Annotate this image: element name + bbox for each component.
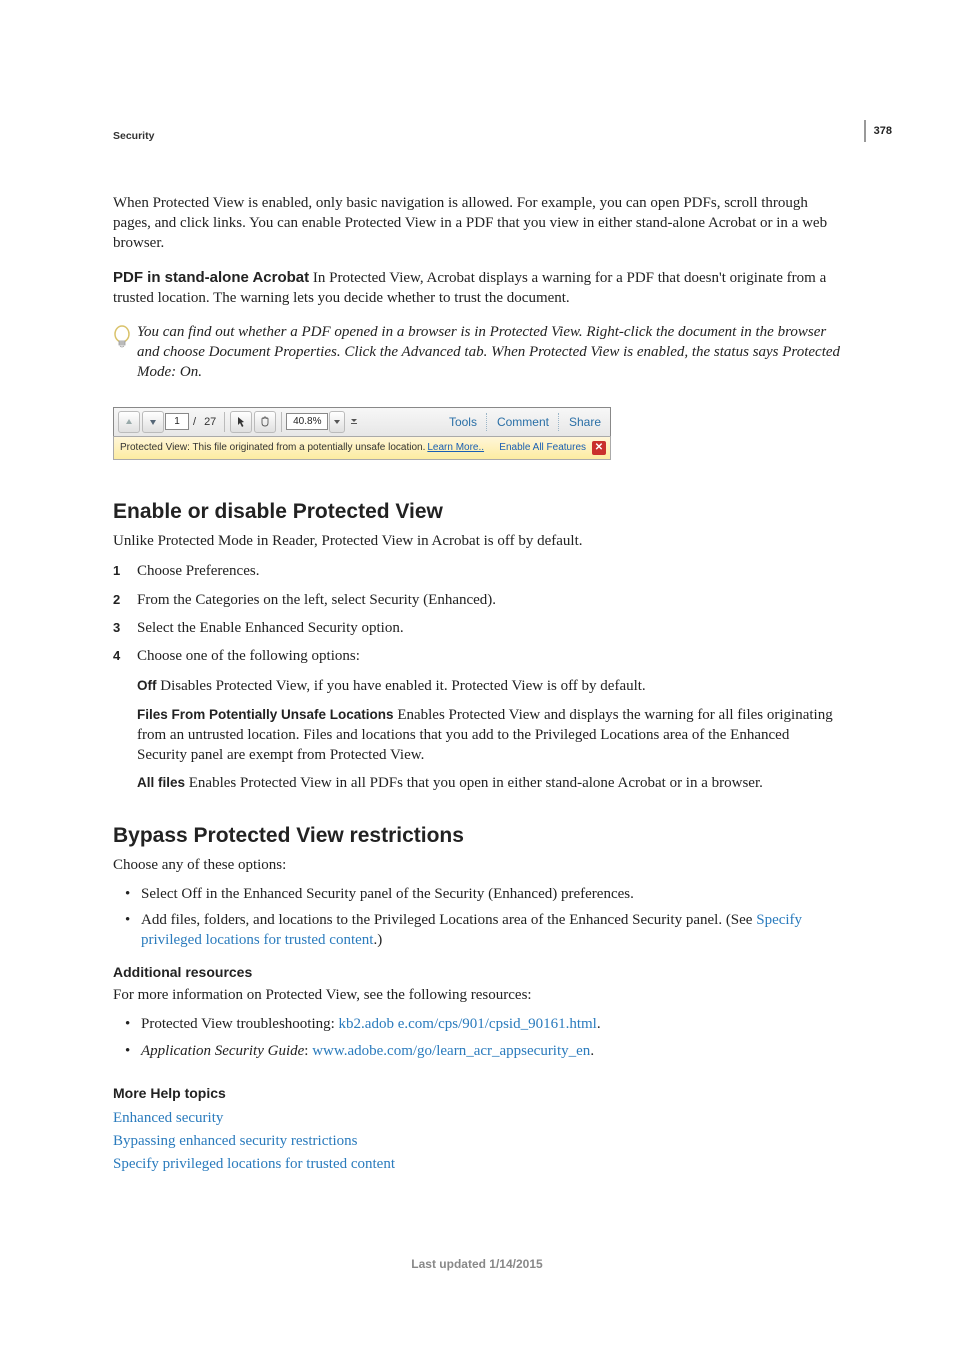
page-down-button[interactable] [142,411,164,433]
page-separator: / [193,416,196,428]
protected-view-message: Protected View: This file originated fro… [120,442,425,453]
list-item: Application Security Guide: www.adobe.co… [125,1041,841,1061]
page-footer: Last updated 1/14/2015 [113,1257,841,1271]
more-help-link[interactable]: Bypassing enhanced security restrictions [113,1130,841,1153]
list-item: Select Off in the Enhanced Security pane… [125,884,841,904]
share-link[interactable]: Share [560,415,610,429]
tools-link[interactable]: Tools [440,415,486,429]
option-all-files-label: All files [137,775,185,790]
select-tool-button[interactable] [230,411,252,433]
enable-intro: Unlike Protected Mode in Reader, Protect… [113,532,841,552]
steps-list: Choose Preferences. From the Categories … [113,561,841,666]
step-item: Choose one of the following options: [113,646,841,666]
toolbar-right-links: Tools Comment Share [440,408,610,436]
intro-paragraph: When Protected View is enabled, only bas… [113,194,841,254]
option-off-label: Off [137,678,157,693]
more-help-link[interactable]: Enhanced security [113,1107,841,1130]
option-off-text: Disables Protected View, if you have ena… [157,678,646,694]
heading-bypass-protected-view: Bypass Protected View restrictions [113,824,841,848]
lightbulb-icon [113,325,131,351]
enable-all-features-link[interactable]: Enable All Features [499,442,586,453]
toolbar-separator [224,412,225,432]
resources-list: Protected View troubleshooting: kb2.adob… [125,1014,841,1061]
protected-view-bar: Protected View: This file originated fro… [113,436,611,460]
acrobat-toolbar: 1 / 27 40.8% Tools Comment [113,407,611,436]
resource-pre: Protected View troubleshooting: [141,1016,339,1032]
toolbar-separator [281,412,282,432]
breadcrumb: Security [113,130,841,142]
bypass-item-post: .) [373,932,382,948]
close-icon[interactable]: ✕ [592,441,606,455]
step-item: Select the Enable Enhanced Security opti… [113,618,841,638]
more-help-link[interactable]: Specify privileged locations for trusted… [113,1153,841,1176]
toolbar-overflow-button[interactable] [347,412,361,432]
page-number: 378 [874,125,892,137]
list-item: Protected View troubleshooting: kb2.adob… [125,1014,841,1034]
page-total: 27 [204,416,216,428]
bypass-item-pre: Add files, folders, and locations to the… [141,912,756,928]
appsecurity-link[interactable]: www.adobe.com/go/learn_acr_appsecurity_e… [312,1043,590,1059]
page-number-container: 378 [864,120,892,142]
tip-block: You can find out whether a PDF opened in… [113,323,841,383]
option-all-files: All files Enables Protected View in all … [137,773,841,793]
zoom-dropdown-button[interactable] [329,411,345,433]
comment-link[interactable]: Comment [488,415,558,429]
option-files-unsafe: Files From Potentially Unsafe Locations … [137,705,841,766]
heading-enable-protected-view: Enable or disable Protected View [113,500,841,524]
option-files-unsafe-label: Files From Potentially Unsafe Locations [137,707,394,722]
more-help-list: Enhanced security Bypassing enhanced sec… [113,1107,841,1177]
resource-pre-italic: Application Security Guide [141,1043,304,1059]
troubleshooting-link[interactable]: kb2.adob e.com/cps/901/cpsid_90161.html [339,1016,597,1032]
resource-post: . [590,1043,594,1059]
more-help-topics-label: More Help topics [113,1085,841,1101]
hand-tool-button[interactable] [254,411,276,433]
additional-resources-intro: For more information on Protected View, … [113,986,841,1006]
option-all-files-text: Enables Protected View in all PDFs that … [185,775,763,791]
resource-post: . [597,1016,601,1032]
pdf-standalone-paragraph: PDF in stand-alone Acrobat In Protected … [113,268,841,309]
protected-view-figure: 1 / 27 40.8% Tools Comment [113,407,611,460]
step-item: From the Categories on the left, select … [113,590,841,610]
additional-resources-label: Additional resources [113,964,841,980]
list-item: Add files, folders, and locations to the… [125,910,841,951]
step-item: Choose Preferences. [113,561,841,581]
bypass-list: Select Off in the Enhanced Security pane… [125,884,841,951]
pdf-standalone-label: PDF in stand-alone Acrobat [113,269,309,286]
zoom-input[interactable]: 40.8% [286,413,328,430]
page-up-button[interactable] [118,411,140,433]
page-number-input[interactable]: 1 [165,413,189,430]
bypass-intro: Choose any of these options: [113,856,841,876]
option-off: Off Disables Protected View, if you have… [137,676,841,696]
learn-more-link[interactable]: Learn More.. [427,442,484,453]
tip-text: You can find out whether a PDF opened in… [137,323,841,383]
